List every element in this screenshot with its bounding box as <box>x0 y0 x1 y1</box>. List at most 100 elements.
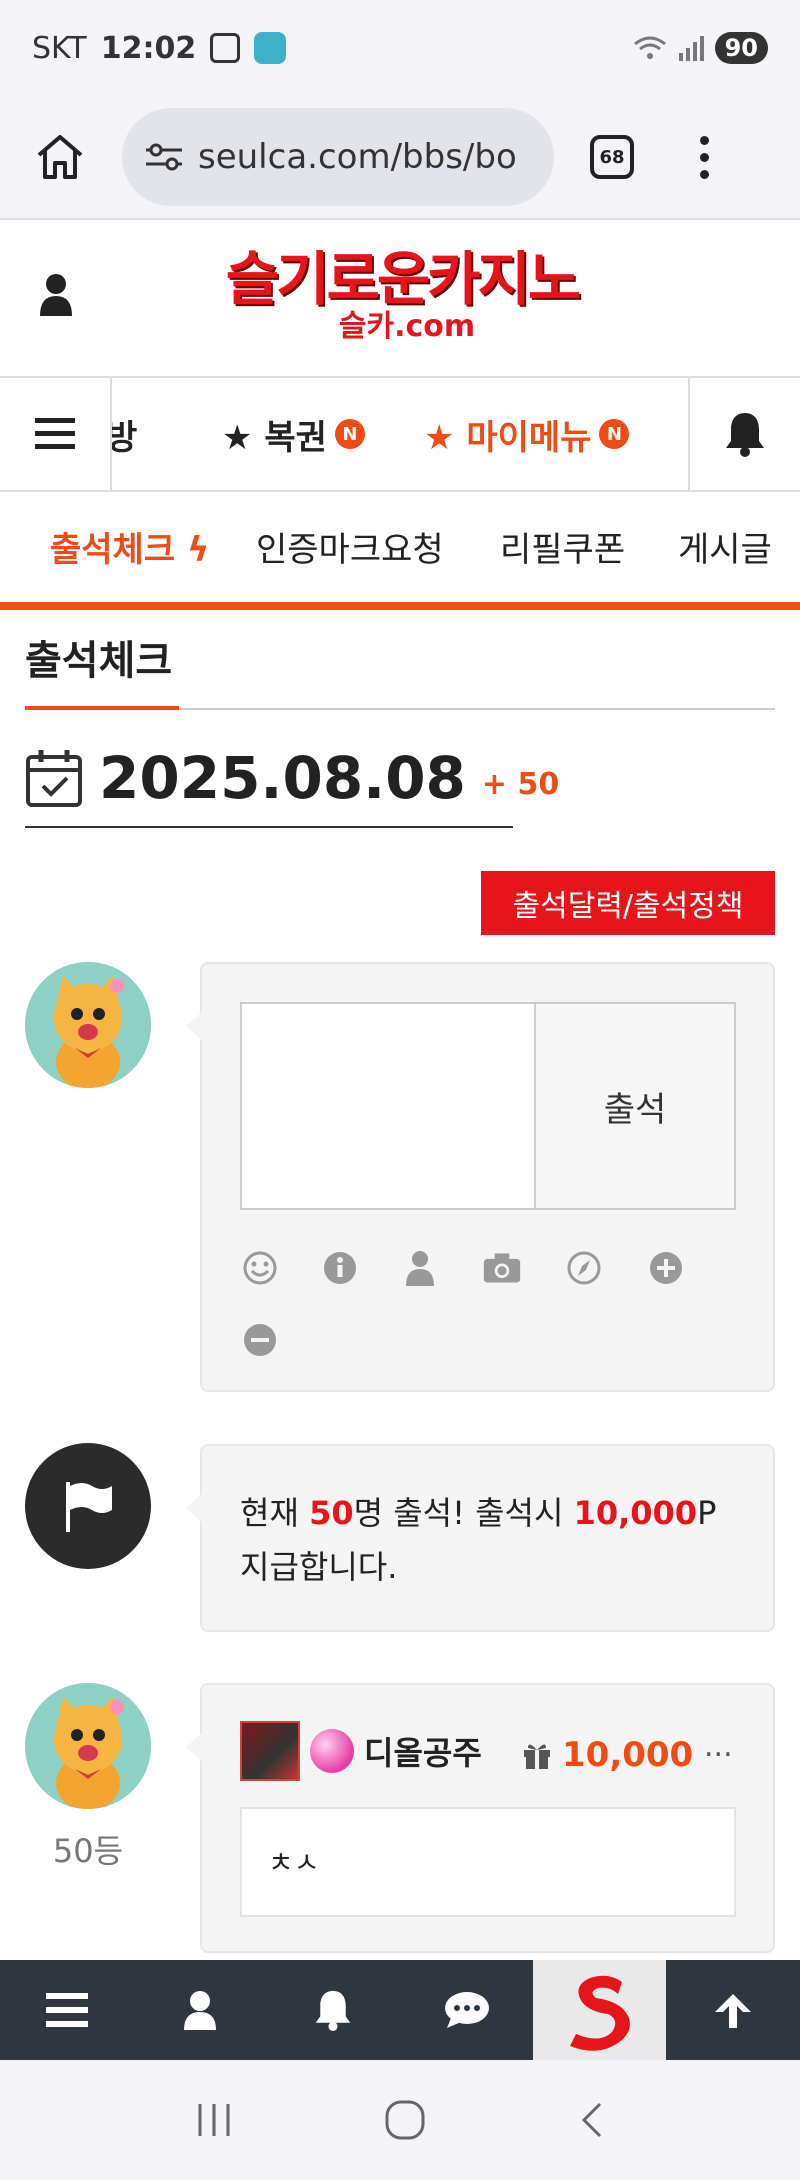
nav-items: 방 ★ 복권 N ★ 마이메뉴 N <box>112 378 688 490</box>
sub-nav: 출석체크 ϟ 인증마크요청 리필쿠폰 게시글 <box>0 492 800 610</box>
status-bar: SKT 12:02 90 <box>0 0 800 96</box>
attendance-comment-card: 디올공주 10,000 ... ㅊㅅ <box>186 1683 775 1953</box>
subnav-tab-attendance[interactable]: 출석체크 ϟ <box>50 522 209 571</box>
gift-icon <box>524 1744 550 1769</box>
nav-item-label: 방 <box>112 417 138 458</box>
back-icon[interactable] <box>576 2100 606 2140</box>
points-value: 10,000 <box>562 1735 694 1775</box>
lightning-icon: ϟ <box>186 530 210 570</box>
site-logo[interactable]: 슬기로운카지노 슬카.com <box>212 248 592 344</box>
title-underline <box>25 706 179 710</box>
user-icon <box>406 1251 434 1286</box>
collapse-button[interactable] <box>240 1320 280 1360</box>
notice-mid: 명 출석! 출석시 <box>353 1494 574 1532</box>
home-circle-icon[interactable] <box>383 2098 427 2142</box>
info-button[interactable] <box>320 1248 360 1288</box>
chat-icon <box>444 1992 489 2028</box>
wifi-icon <box>633 36 666 59</box>
gem-icon <box>310 1729 354 1773</box>
nav-item-label: ★ 복권 <box>222 417 327 458</box>
calendar-check-icon <box>26 750 82 807</box>
browser-menu-button[interactable] <box>694 135 714 179</box>
attendance-policy-button[interactable]: 출석달력/출석정책 <box>481 871 775 935</box>
subnav-tab-cert-request[interactable]: 인증마크요청 <box>256 522 444 571</box>
attendance-rank: 50등 <box>52 1832 124 1870</box>
attendance-compose-card: 출석 <box>186 962 775 1392</box>
arrow-up-icon <box>715 1994 752 2028</box>
plus-circle-icon <box>650 1252 682 1284</box>
attendance-plus: + 50 <box>481 767 560 802</box>
points-suffix: P <box>697 1494 717 1532</box>
logo-domain: 슬카.com <box>338 309 476 344</box>
link-button[interactable] <box>564 1248 604 1288</box>
url-text: seulca.com/bbs/bo <box>198 137 517 177</box>
nav-item-room[interactable]: 방 <box>112 410 137 459</box>
clock: 12:02 <box>100 30 197 66</box>
attendance-date: 2025.08.08 <box>99 744 466 812</box>
cat-avatar-image <box>25 962 151 1088</box>
recent-apps-icon[interactable] <box>194 2102 234 2138</box>
site-logo <box>569 1975 630 2051</box>
comment-more-button[interactable]: ... <box>704 1729 733 1764</box>
battery-indicator: 90 <box>714 32 768 64</box>
cat-avatar-image <box>25 1683 151 1809</box>
info-icon <box>324 1252 356 1284</box>
main-nav: 방 ★ 복권 N ★ 마이메뉴 N <box>0 378 800 492</box>
system-navigation-bar <box>0 2060 800 2180</box>
hamburger-menu-button[interactable] <box>0 378 112 490</box>
comment-header: 디올공주 <box>240 1721 482 1781</box>
notifications-button[interactable] <box>688 378 800 490</box>
notice-avatar <box>25 1443 151 1569</box>
avatar <box>25 1683 151 1809</box>
expand-button[interactable] <box>646 1248 686 1288</box>
subnav-tab-posts[interactable]: 게시글 <box>678 522 772 571</box>
emoji-button[interactable] <box>240 1248 280 1288</box>
date-row: 2025.08.08 + 50 <box>25 748 559 808</box>
home-icon <box>37 135 83 179</box>
attendee-count: 50 <box>309 1494 354 1532</box>
nav-item-mymenu[interactable]: ★ 마이메뉴 N <box>424 410 630 459</box>
subnav-label: 출석체크 <box>50 530 176 570</box>
reward-points: 10,000 <box>573 1494 698 1532</box>
site-header: 슬기로운카지노 슬카.com <box>0 220 800 378</box>
smile-icon <box>243 1251 277 1285</box>
tab-switcher-button[interactable]: 68 <box>590 135 634 179</box>
comment-nickname[interactable]: 디올공주 <box>364 1728 482 1774</box>
menu-icon <box>45 1993 88 2027</box>
flag-icon <box>66 1482 112 1532</box>
minus-circle-icon <box>244 1324 276 1356</box>
browser-toolbar: seulca.com/bbs/bo 68 <box>0 96 800 220</box>
compass-icon <box>567 1251 601 1285</box>
attendance-notice-text: 현재 50명 출석! 출석시 10,000P 지급합니다. <box>240 1486 740 1594</box>
app-notification-icon <box>254 32 287 64</box>
tab-site-logo[interactable] <box>533 1960 667 2060</box>
photo-button[interactable] <box>482 1248 522 1288</box>
bell-icon <box>726 413 764 457</box>
tab-profile[interactable] <box>133 1960 266 2060</box>
logo-title: 슬기로운카지노 <box>225 245 582 313</box>
signal-icon <box>678 36 704 61</box>
home-button[interactable] <box>28 125 92 189</box>
comment-points: 10,000 <box>522 1735 693 1775</box>
attendance-submit-button[interactable]: 출석 <box>534 1002 736 1210</box>
nav-item-lottery[interactable]: ★ 복권 N <box>222 410 365 459</box>
address-bar[interactable]: seulca.com/bbs/bo <box>122 108 554 206</box>
nav-item-label: ★ 마이메뉴 <box>424 417 592 458</box>
notice-line2: 지급합니다. <box>240 1548 398 1586</box>
site-settings-icon[interactable] <box>144 142 184 172</box>
user-icon[interactable] <box>38 272 74 316</box>
user-icon <box>183 1991 216 2030</box>
tab-menu[interactable] <box>0 1960 133 2060</box>
tab-notifications[interactable] <box>267 1960 400 2060</box>
new-badge: N <box>334 419 365 449</box>
attendance-notice-card: 현재 50명 출석! 출석시 10,000P 지급합니다. <box>186 1444 775 1632</box>
mention-button[interactable] <box>400 1248 440 1288</box>
carrier: SKT <box>32 30 87 66</box>
avatar <box>25 962 151 1088</box>
bell-icon <box>315 1990 351 2031</box>
attendance-comment-input[interactable] <box>240 1002 536 1210</box>
tab-chat[interactable] <box>400 1960 533 2060</box>
subnav-tab-refill-coupon[interactable]: 리필쿠폰 <box>500 522 625 571</box>
tab-scroll-top[interactable] <box>666 1960 799 2060</box>
page-title: 출석체크 <box>25 638 173 684</box>
